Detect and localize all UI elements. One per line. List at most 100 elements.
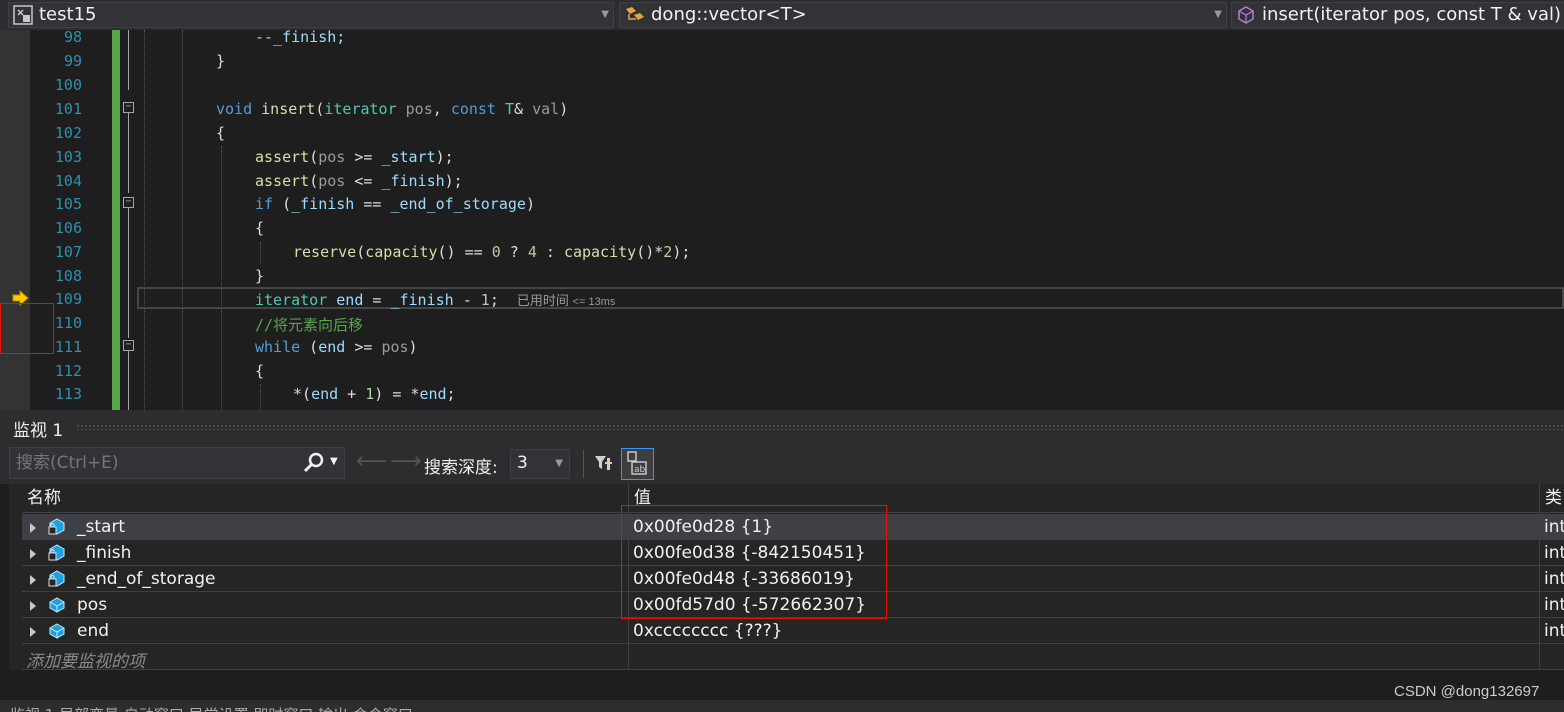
indent-guide [260,384,261,410]
watch-type: int [1544,595,1564,615]
column-header-name[interactable]: 名称 [22,484,628,513]
code-line-108[interactable]: } [255,267,264,285]
perf-tip[interactable]: 已用时间 <= 13ms [517,293,615,308]
search-depth-select[interactable]: 3 ▼ [510,449,570,479]
code-line-106[interactable]: { [255,219,264,237]
indent-guide [260,242,261,264]
code-line-110[interactable]: //将元素向后移 [255,314,363,335]
watch-type: int [1544,621,1564,641]
class-icon [624,5,648,27]
search-options-chevron-icon[interactable]: ▼ [330,456,338,467]
indent-guide [221,146,222,410]
outline-line [128,113,129,193]
code-line-101[interactable]: void insert(iterator pos, const T& val) [216,100,568,118]
search-box[interactable] [9,447,345,479]
member-combo[interactable]: insert(iterator pos, const T & val) [1231,2,1564,28]
code-line-98[interactable]: --_finish; [255,30,345,46]
code-line-105[interactable]: if (_finish == _end_of_storage) [255,195,535,213]
watermark: CSDN @dong132697 [1394,683,1540,700]
watch-value[interactable]: 0xcccccccc {???} [633,621,782,641]
project-combo[interactable]: test15 ▼ [8,2,614,28]
line-number: 99 [63,52,82,70]
line-number: 103 [54,148,82,166]
search-depth-label: 搜索深度: [424,458,498,478]
line-number: 112 [54,362,82,380]
watch-row[interactable]: end 0xcccccccc {???} int [22,618,1564,644]
indent-guide [182,30,183,410]
watch-name: _finish [77,543,132,563]
code-line-109[interactable]: iterator end = _finish - 1; 已用时间 <= 13ms [255,290,615,309]
expand-arrow-icon[interactable] [30,627,36,637]
search-previous-arrow-icon[interactable]: ⟵ [356,449,388,474]
expand-arrow-icon[interactable] [30,601,36,611]
pin-filter-icon[interactable] [592,452,614,474]
bottom-tool-tabs[interactable]: 监视 1 局部变量 自动窗口 异常设置 即时窗口 输出 命令窗口 [0,700,1564,712]
watch-window-title: 监视 1 [13,421,64,441]
code-editor[interactable]: 98 99 100 101 102 103 104 105 106 107 10… [0,30,1564,410]
bottom-tabs-text[interactable]: 监视 1 局部变量 自动窗口 异常设置 即时窗口 输出 命令窗口 [10,704,413,712]
collapse-icon[interactable]: − [123,197,134,208]
line-number: 98 [63,30,82,46]
add-watch-row[interactable]: 添加要监视的项 [22,644,1564,672]
add-watch-placeholder[interactable]: 添加要监视的项 [26,647,145,672]
search-icon[interactable] [303,452,325,478]
local-variable-icon [48,622,66,640]
member-label: insert(iterator pos, const T & val) [1262,4,1562,25]
chevron-down-icon: ▼ [555,458,563,469]
line-number: 106 [54,219,82,237]
hex-display-toggle[interactable]: ab [621,448,654,480]
field-icon [48,544,66,562]
line-number: 105 [54,195,82,213]
expand-arrow-icon[interactable] [30,575,36,585]
line-number: 104 [54,172,82,190]
code-text: { [216,124,226,142]
code-line-107[interactable]: reserve(capacity() == 0 ? 4 : capacity()… [293,243,690,261]
line-number: 107 [54,243,82,261]
chevron-down-icon: ▼ [1214,9,1222,20]
watch-type: int [1544,543,1564,563]
collapse-icon[interactable]: − [123,102,134,113]
chevron-down-icon: ▼ [601,9,609,20]
indent-guide [144,30,145,410]
scope-combo[interactable]: dong::vector<T> ▼ [619,2,1227,28]
watch-name: end [77,621,110,641]
watch-name: _start [77,517,126,537]
code-text: } [216,52,226,70]
column-header-type[interactable]: 类 [1540,484,1564,513]
field-icon [48,570,66,588]
code-line-102[interactable]: { [216,124,225,142]
scope-label: dong::vector<T> [651,4,807,25]
search-next-arrow-icon[interactable]: ⟶ [390,449,422,474]
line-number: 100 [54,76,82,94]
code-line-103[interactable]: assert(pos >= _start); [255,148,454,166]
change-tracking-bar [112,30,120,410]
line-number: 113 [54,385,82,403]
code-line-99[interactable]: } [216,52,225,70]
code-line-104[interactable]: assert(pos <= _finish); [255,172,463,190]
collapse-icon[interactable]: − [123,340,134,351]
expand-arrow-icon[interactable] [30,549,36,559]
code-text: --_finish; [255,30,346,46]
field-icon [48,518,66,536]
code-text: { [255,362,265,380]
local-variable-icon [48,596,66,614]
watch-type: int [1544,569,1564,589]
code-line-113[interactable]: *(end + 1) = *end; [293,385,456,403]
search-depth-value: 3 [517,453,528,473]
line-number: 102 [54,124,82,142]
code-line-112[interactable]: { [255,362,264,380]
line-number: 101 [54,100,82,118]
expand-arrow-icon[interactable] [30,523,36,533]
code-line-111[interactable]: while (end >= pos) [255,338,418,356]
line-number: 108 [54,267,82,285]
outline-line [128,30,129,90]
outline-line [128,351,129,410]
drag-grip[interactable] [76,424,1564,430]
search-input[interactable] [16,452,296,474]
method-icon [1238,6,1254,27]
watch-name: pos [77,595,108,615]
outline-line [128,208,129,338]
annotation-highlight-box [0,303,54,354]
code-text: } [255,267,265,285]
annotation-highlight-box [621,505,887,619]
